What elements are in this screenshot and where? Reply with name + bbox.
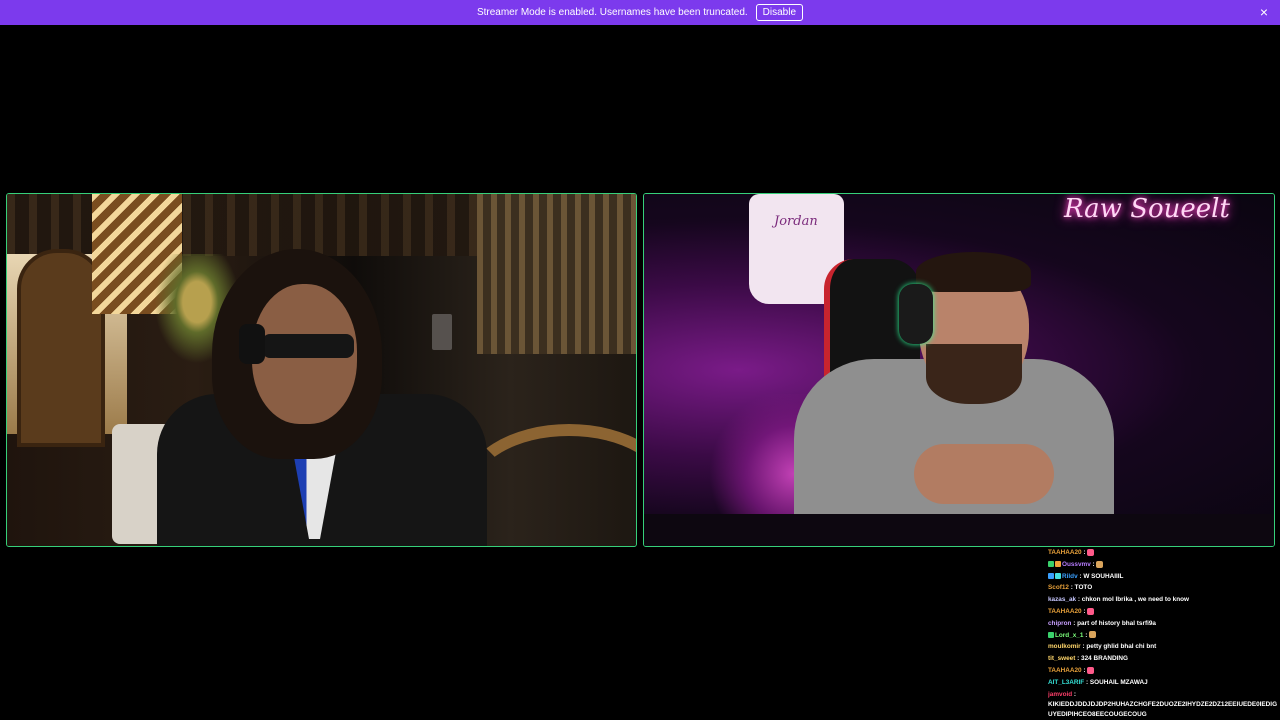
chat-message: TAAHAA20 : [1048,547,1280,559]
sunglasses [262,334,354,358]
streamer-mode-banner: Streamer Mode is enabled. Usernames have… [0,0,1280,25]
streamer-mode-message: Streamer Mode is enabled. Usernames have… [476,7,748,18]
rocket-emote-icon [1087,607,1095,615]
desk [644,514,1274,546]
chat-username[interactable]: Oussvmv [1062,561,1091,568]
video-tile-right[interactable]: Jordan Raw Soueelt [643,193,1275,547]
badge-cyan-icon [1055,572,1061,579]
badge-orange-icon [1055,561,1061,568]
badge-green-icon [1048,561,1054,568]
chat-username[interactable]: tit_sweet [1048,655,1075,662]
neon-sign: Raw Soueelt [1064,194,1230,224]
chat-message: tit_sweet : 324 BRANDING [1048,653,1280,665]
chat-text: part of history bhal tsrfi9a [1077,619,1156,627]
chat-overlay: TAAHAA20 : Oussvmv : Rildv : W SOUHAIIIL… [1048,547,1280,720]
curtains [477,194,636,354]
chat-message: moulkomir : petty ghlid bhal chi bnt [1048,641,1280,653]
chat-username[interactable]: moulkomir [1048,643,1081,650]
chat-username[interactable]: AIT_L3ARIF [1048,679,1084,686]
chat-text: petty ghlid bhal chi bnt [1086,643,1157,651]
chat-username[interactable]: Lord_x_1 [1055,632,1083,639]
chat-message: jamvoid : KIKIEDDJDDJDJDP2HUHAZCHGFE2DUO… [1048,689,1280,720]
person-hair [916,252,1031,292]
rocket-emote-icon [1087,548,1095,556]
chat-message: Oussvmv : [1048,559,1280,571]
chat-message: TAAHAA20 : [1048,665,1280,677]
chat-message: chipron : part of history bhal tsrfi9a [1048,618,1280,630]
face-emote-icon [1089,631,1097,639]
chat-message: Lord_x_1 : [1048,630,1280,642]
chat-username[interactable]: TAAHAA20 [1048,667,1082,674]
video-tile-left[interactable] [6,193,637,547]
chat-message: kazas_ak : chkon mol lbrika , we need to… [1048,594,1280,606]
chat-username[interactable]: Rildv [1062,573,1078,580]
chat-message: Rildv : W SOUHAIIIL [1048,571,1280,583]
chat-text: W SOUHAIIIL [1083,572,1124,580]
headset [899,284,933,344]
close-icon[interactable]: × [1260,5,1268,19]
glass [432,314,452,350]
disable-streamer-mode-button[interactable]: Disable [755,4,804,21]
person-hands [914,444,1054,504]
chat-username[interactable]: Scof12 [1048,584,1069,591]
chat-text: SOUHAIL MZAWAJ [1089,678,1148,686]
chat-text: 324 BRANDING [1081,655,1128,663]
chat-username[interactable]: kazas_ak [1048,596,1076,603]
chat-username[interactable]: chipron [1048,620,1071,627]
badge-blue-icon [1048,572,1054,579]
chat-username[interactable]: jamvoid [1048,691,1072,698]
jersey-text: Jordan [774,214,818,229]
person-beard [926,344,1022,404]
chat-message: AIT_L3ARIF : SOUHAIL MZAWAJ [1048,677,1280,689]
face-emote-icon [1096,560,1104,568]
chat-text: chkon mol lbrika , we need to know [1081,596,1190,604]
chat-text: KIKIEDDJDDJDJDP2HUHAZCHGFE2DUOZE2IHYDZE2… [1048,701,1278,719]
chat-message: Scof12 : TOTO [1048,582,1280,594]
chat-text: TOTO [1074,584,1093,592]
chat-message: TAAHAA20 : [1048,606,1280,618]
rocket-emote-icon [1087,666,1095,674]
chat-username[interactable]: TAAHAA20 [1048,549,1082,556]
badge-green-icon [1048,631,1054,638]
chat-username[interactable]: TAAHAA20 [1048,608,1082,615]
headset [239,324,265,364]
chat-separator: : [1072,690,1077,698]
